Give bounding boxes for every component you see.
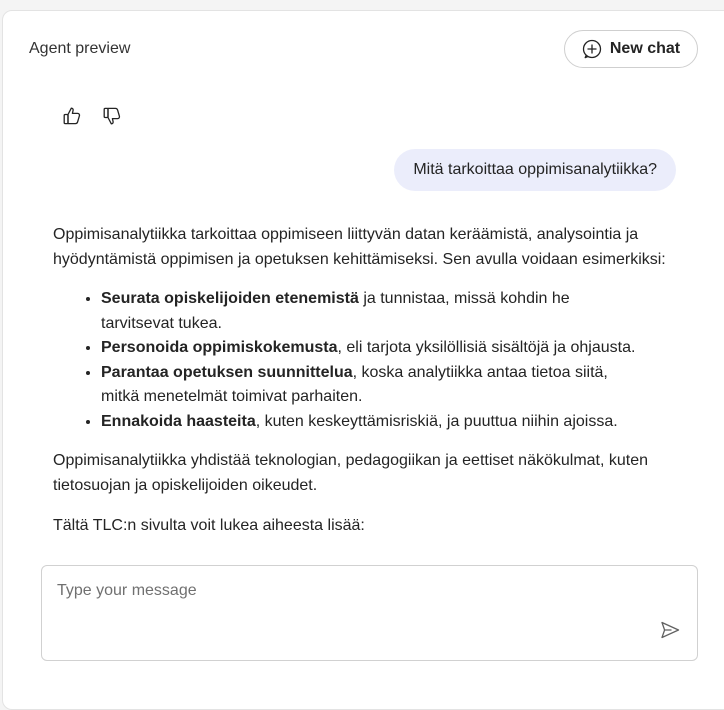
list-item-text: , eli tarjota yksilöllisiä sisältöjä ja … bbox=[337, 339, 636, 356]
list-item-bold: Ennakoida haasteita bbox=[101, 412, 256, 430]
list-item: Ennakoida haasteita, kuten keskeyttämisr… bbox=[101, 410, 673, 435]
list-item: Parantaa opetuksen suunnittelua, koska a… bbox=[101, 361, 673, 410]
thumbs-down-icon[interactable] bbox=[100, 104, 124, 128]
message-composer bbox=[41, 565, 698, 661]
panel-title: Agent preview bbox=[29, 40, 131, 57]
list-item: Personoida oppimiskokemusta, eli tarjota… bbox=[101, 336, 673, 361]
reply-bullet-list: Seurata opiskelijoiden etenemistä ja tun… bbox=[53, 287, 673, 434]
new-chat-icon bbox=[582, 39, 602, 59]
list-item-bold: Personoida oppimiskokemusta bbox=[101, 339, 338, 356]
list-item-bold: Seurata opiskelijoiden etenemistä bbox=[101, 290, 359, 307]
send-icon bbox=[659, 619, 681, 646]
reply-outro: Oppimisanalytiikka yhdistää teknologian,… bbox=[53, 452, 649, 494]
send-button[interactable] bbox=[658, 620, 682, 644]
reply-intro: Oppimisanalytiikka tarkoittaa oppimiseen… bbox=[53, 226, 666, 268]
new-chat-button[interactable]: New chat bbox=[564, 30, 698, 68]
list-item-text: , kuten keskeyttämisriskiä, ja puuttua n… bbox=[255, 412, 618, 430]
agent-reply: Oppimisanalytiikka tarkoittaa oppimiseen… bbox=[53, 223, 673, 539]
reply-more-info: Tältä TLC:n sivulta voit lukea aiheesta … bbox=[53, 517, 365, 534]
new-chat-label: New chat bbox=[609, 40, 681, 57]
user-message-bubble: Mitä tarkoittaa oppimisanalytiikka? bbox=[394, 149, 676, 191]
list-item-bold: Parantaa opetuksen suunnittelua bbox=[101, 363, 353, 381]
thumbs-up-icon[interactable] bbox=[60, 104, 84, 128]
list-item: Seurata opiskelijoiden etenemistä ja tun… bbox=[101, 287, 673, 336]
message-input[interactable] bbox=[57, 582, 637, 622]
user-message-text: Mitä tarkoittaa oppimisanalytiikka? bbox=[413, 161, 657, 178]
